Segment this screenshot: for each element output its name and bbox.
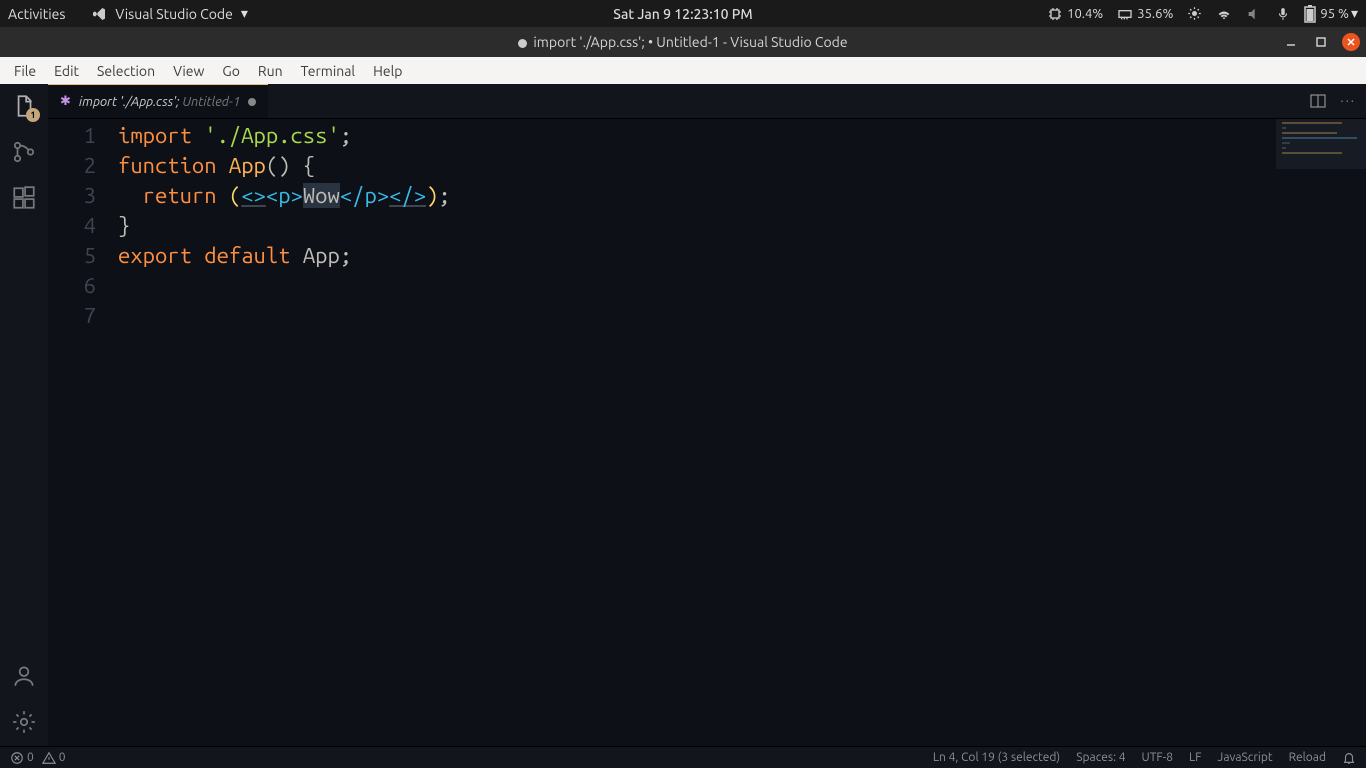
error-icon [10,751,24,765]
wifi-icon[interactable] [1216,6,1232,22]
vscode-icon [91,6,107,22]
menu-file[interactable]: File [6,61,44,81]
warnings-indicator[interactable]: 0 [42,751,66,765]
app-menu[interactable]: Visual Studio Code ▾ [91,5,247,22]
cpu-indicator[interactable]: 10.4% [1047,6,1103,22]
menu-view[interactable]: View [165,61,212,81]
eol[interactable]: LF [1189,751,1201,764]
window-title: import './App.css'; • Untitled-1 - Visua… [533,34,847,50]
menu-run[interactable]: Run [250,61,291,81]
source-control-icon[interactable] [10,138,38,166]
volume-icon[interactable] [1246,6,1262,22]
tab-dirty-icon [248,98,256,106]
status-bar: 0 0 Ln 4, Col 19 (3 selected) Spaces: 4 … [0,746,1366,768]
editor-tabs: ✱ import './App.css'; Untitled-1 ··· [48,84,1366,119]
extensions-icon[interactable] [10,184,38,212]
errors-indicator[interactable]: 0 [10,751,34,765]
settings-gear-icon[interactable] [10,708,38,736]
menu-bar: File Edit Selection View Go Run Terminal… [0,57,1366,84]
minimap[interactable] [1276,119,1366,239]
split-editor-icon[interactable] [1310,93,1326,109]
tab-label: import './App.css'; Untitled-1 [79,95,240,109]
memory-icon [1117,6,1133,22]
dirty-indicator-icon [518,39,527,48]
language-mode[interactable]: JavaScript [1217,751,1272,764]
chevron-down-icon: ▾ [1351,5,1358,22]
reload-button[interactable]: Reload [1289,751,1326,764]
clock[interactable]: Sat Jan 9 12:23:10 PM [613,6,752,22]
activity-bar: 1 [0,84,48,746]
menu-help[interactable]: Help [365,61,410,81]
explorer-icon[interactable]: 1 [10,92,38,120]
notifications-icon[interactable] [1342,751,1356,765]
maximize-button[interactable] [1312,33,1330,51]
chevron-down-icon: ▾ [241,5,248,22]
file-asterisk-icon: ✱ [60,94,71,109]
window-title-bar: import './App.css'; • Untitled-1 - Visua… [0,27,1366,57]
more-actions-icon[interactable]: ··· [1340,94,1356,108]
battery-indicator[interactable]: 95 % ▾ [1304,5,1358,23]
minimize-button[interactable] [1282,33,1300,51]
accounts-icon[interactable] [10,662,38,690]
menu-go[interactable]: Go [214,61,247,81]
encoding[interactable]: UTF-8 [1142,751,1173,764]
cursor-position[interactable]: Ln 4, Col 19 (3 selected) [933,751,1060,764]
explorer-badge: 1 [26,108,40,122]
editor-tab[interactable]: ✱ import './App.css'; Untitled-1 [48,84,268,118]
line-gutter: 1 2 3 4 5 6 7 [48,121,118,746]
close-button[interactable] [1342,33,1360,51]
activities-button[interactable]: Activities [8,6,65,22]
brightness-icon[interactable] [1187,6,1202,21]
microphone-icon[interactable] [1276,6,1290,22]
desktop-top-bar: Activities Visual Studio Code ▾ Sat Jan … [0,0,1366,27]
memory-indicator[interactable]: 35.6% [1117,6,1173,22]
code-editor[interactable]: 1 2 3 4 5 6 7 import './App.css';functio… [48,119,1366,746]
battery-icon [1304,5,1316,23]
menu-edit[interactable]: Edit [46,61,87,81]
menu-terminal[interactable]: Terminal [293,61,364,81]
menu-selection[interactable]: Selection [89,61,163,81]
code-content[interactable]: import './App.css';function App() { retu… [118,121,1366,746]
warning-icon [42,751,56,765]
indentation[interactable]: Spaces: 4 [1076,751,1125,764]
cpu-icon [1047,6,1063,22]
